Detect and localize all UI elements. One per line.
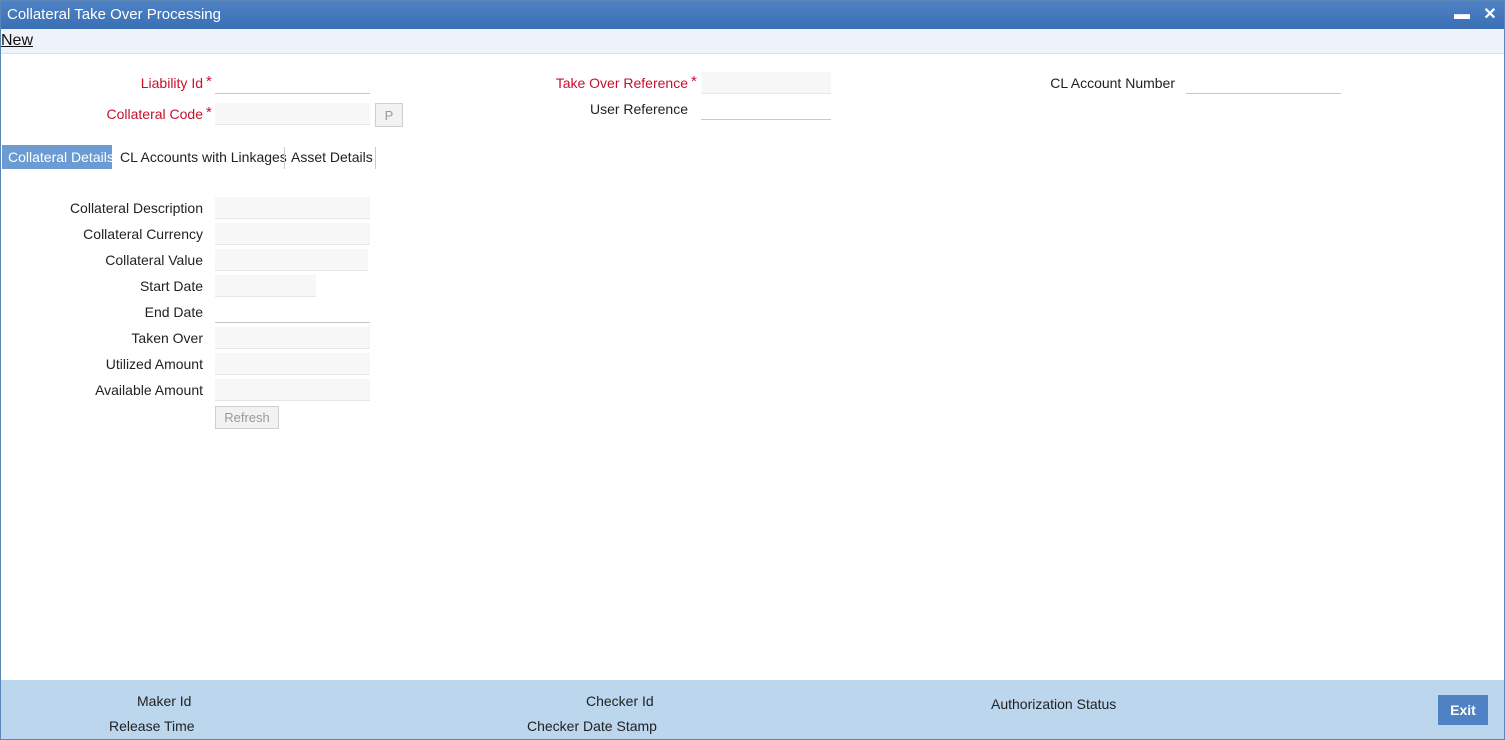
take-over-reference-label: Take Over Reference (555, 75, 688, 91)
available-amount-label: Available Amount (95, 382, 203, 398)
tab-cl-accounts-with-linkages[interactable]: CL Accounts with Linkages (114, 145, 293, 169)
user-reference-label: User Reference (589, 101, 688, 117)
menu-bar: New (1, 29, 1504, 54)
collateral-takeover-window: Collateral Take Over Processing ▬ ✕ New … (0, 0, 1505, 740)
new-link[interactable]: New (1, 32, 33, 50)
liability-id-input[interactable] (215, 72, 370, 94)
end-date-input[interactable] (215, 301, 370, 323)
collateral-currency-input[interactable] (215, 223, 370, 245)
exit-button[interactable]: Exit (1438, 695, 1488, 725)
taken-over-input[interactable] (215, 327, 370, 349)
utilized-amount-input[interactable] (215, 353, 370, 375)
take-over-reference-required-mark: * (691, 73, 697, 90)
user-reference-input[interactable] (701, 98, 831, 120)
close-icon[interactable]: ✕ (1479, 4, 1501, 26)
available-amount-input[interactable] (215, 379, 370, 401)
checker-id-label: Checker Id (586, 693, 654, 709)
audit-footer: Maker Id Release Time Checker Id Checker… (1, 680, 1504, 739)
release-time-label: Release Time (109, 718, 195, 734)
cl-account-number-input[interactable] (1186, 72, 1341, 94)
cl-account-number-label: CL Account Number (1050, 75, 1175, 91)
liability-id-label: Liability Id (140, 75, 203, 91)
collateral-description-input[interactable] (215, 197, 370, 219)
tab-separator (375, 147, 376, 169)
collateral-currency-label: Collateral Currency (83, 226, 203, 242)
collateral-code-lookup-button[interactable]: P (375, 103, 403, 127)
collateral-description-label: Collateral Description (69, 200, 203, 216)
taken-over-label: Taken Over (131, 330, 203, 346)
collateral-value-input[interactable] (215, 249, 368, 271)
start-date-label: Start Date (139, 278, 203, 294)
title-bar: Collateral Take Over Processing ▬ ✕ (1, 1, 1504, 29)
minimize-icon[interactable]: ▬ (1451, 4, 1473, 26)
collateral-code-required-mark: * (206, 104, 212, 121)
tab-collateral-details[interactable]: Collateral Details (2, 145, 114, 169)
take-over-reference-input[interactable] (701, 72, 831, 94)
maker-id-label: Maker Id (137, 693, 192, 709)
utilized-amount-label: Utilized Amount (105, 356, 203, 372)
collateral-code-input[interactable] (215, 103, 370, 125)
tab-asset-details[interactable]: Asset Details (285, 145, 379, 169)
window-title: Collateral Take Over Processing (7, 6, 221, 23)
collateral-value-label: Collateral Value (105, 252, 203, 268)
liability-id-required-mark: * (206, 73, 212, 90)
start-date-input[interactable] (215, 275, 316, 297)
checker-date-stamp-label: Checker Date Stamp (527, 718, 657, 734)
collateral-code-label: Collateral Code (106, 106, 204, 122)
refresh-button[interactable]: Refresh (215, 406, 279, 429)
end-date-label: End Date (144, 304, 203, 320)
authorization-status-label: Authorization Status (991, 696, 1117, 712)
